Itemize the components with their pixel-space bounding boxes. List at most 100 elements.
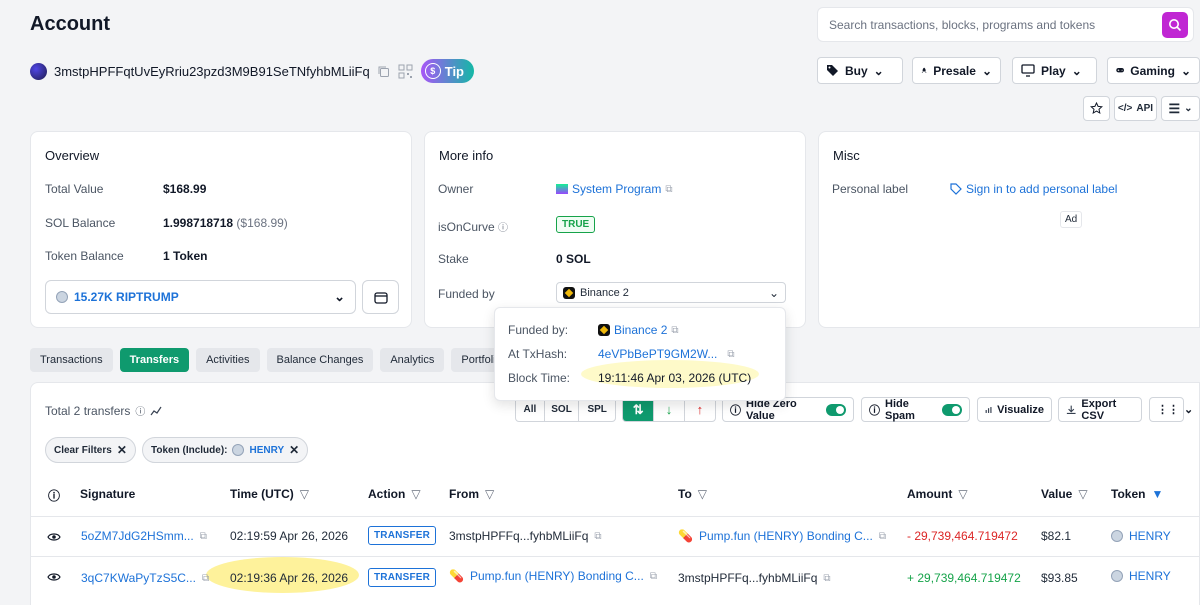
filter-all[interactable]: All (516, 398, 545, 421)
filter-icon[interactable]: ▽ (1078, 487, 1087, 501)
copy-icon[interactable]: ⧉ (200, 531, 207, 542)
copy-icon[interactable]: ⧉ (879, 531, 886, 542)
info-icon[interactable]: ⓘ (498, 223, 508, 234)
export-csv-label: Export CSV (1081, 397, 1117, 422)
chevron-down-icon: ⌄ (768, 285, 779, 300)
token-select-dropdown[interactable]: 15.27K RIPTRUMP ⌄ (45, 280, 356, 314)
play-label: Play (1041, 63, 1066, 78)
owner-link[interactable]: System Program ⧉ (556, 182, 673, 196)
popup-txhash-link[interactable]: 4eVPbBePT9GM2W... ⧉ (598, 347, 735, 361)
list-menu-button[interactable]: ☰ ⌄ (1161, 96, 1200, 121)
info-icon[interactable]: ⓘ (135, 403, 145, 418)
token-cell[interactable]: HENRY (1111, 569, 1171, 583)
close-icon[interactable]: ✕ (117, 443, 127, 457)
columns-menu-button[interactable]: ⋮⋮ ⌄ (1149, 397, 1193, 422)
signature-link[interactable]: 5oZM7JdG2HSmm... (81, 529, 194, 543)
monitor-icon (1021, 64, 1035, 77)
search-button[interactable] (1162, 12, 1188, 38)
popup-funded-by-link[interactable]: Binance 2 ⧉ (598, 323, 679, 337)
misc-title: Misc (833, 148, 860, 163)
filter-icon[interactable]: ▽ (958, 487, 967, 501)
to-address[interactable]: 3mstpHPFFq...fyhbMLiiFq (678, 571, 817, 585)
token-link[interactable]: HENRY (1129, 529, 1171, 543)
hide-spam-toggle[interactable]: ⓘ Hide Spam (861, 397, 970, 422)
copy-icon[interactable]: ⧉ (665, 184, 672, 195)
filter-sol[interactable]: SOL (545, 398, 580, 421)
copy-icon[interactable]: ⧉ (671, 325, 678, 336)
filter-icon[interactable]: ▽ (300, 487, 309, 501)
token-link[interactable]: HENRY (1129, 569, 1171, 583)
signature-cell[interactable]: 5oZM7JdG2HSmm... ⧉ (81, 529, 207, 543)
api-button[interactable]: </> API (1114, 96, 1157, 121)
download-icon (1066, 405, 1076, 414)
to-cell[interactable]: 3mstpHPFFq...fyhbMLiiFq ⧉ (678, 571, 831, 585)
header-time-label: Time (UTC) (230, 487, 294, 501)
filter-icon[interactable]: ▽ (698, 487, 707, 501)
to-cell[interactable]: 💊 Pump.fun (HENRY) Bonding C... ⧉ (678, 529, 886, 543)
tip-button[interactable]: $ Tip (420, 59, 474, 83)
toggle-switch[interactable] (941, 403, 962, 416)
help-icon[interactable]: ⓘ (48, 487, 60, 504)
to-address[interactable]: Pump.fun (HENRY) Bonding C... (699, 529, 873, 543)
direction-both-icon[interactable]: ⇅ (623, 398, 655, 421)
tab-analytics[interactable]: Analytics (380, 348, 445, 372)
copy-icon[interactable] (377, 65, 390, 78)
filter-icon[interactable]: ▽ (485, 487, 494, 501)
from-cell[interactable]: 3mstpHPFFq...fyhbMLiiFq ⧉ (449, 529, 602, 543)
is-on-curve-label: isOnCurve ⓘ (438, 219, 508, 234)
copy-icon[interactable]: ⧉ (823, 573, 830, 584)
tip-label: Tip (444, 63, 464, 79)
close-icon[interactable]: ✕ (289, 443, 299, 457)
eye-icon[interactable] (45, 529, 63, 545)
play-menu-button[interactable]: Play ⌄ (1012, 57, 1097, 84)
star-icon (1090, 102, 1103, 114)
filter-spl[interactable]: SPL (579, 398, 615, 421)
signature-cell[interactable]: 3qC7KWaPyTzS5C... ⧉ (81, 571, 209, 585)
search-input[interactable]: Search transactions, blocks, programs an… (829, 18, 1095, 32)
tab-balance-changes[interactable]: Balance Changes (266, 348, 374, 372)
qr-code-icon[interactable] (398, 64, 413, 79)
tab-transactions[interactable]: Transactions (30, 348, 113, 372)
copy-icon[interactable]: ⧉ (202, 573, 209, 584)
sign-in-label-link[interactable]: Sign in to add personal label (950, 182, 1117, 196)
eye-icon[interactable] (45, 569, 63, 585)
header-to: To ▽ (678, 487, 707, 501)
chart-icon[interactable] (150, 405, 162, 416)
token-filter-chip[interactable]: Token (Include): HENRY ✕ (142, 437, 309, 463)
overview-title: Overview (45, 148, 100, 163)
from-address[interactable]: 3mstpHPFFq...fyhbMLiiFq (449, 529, 588, 543)
filter-icon[interactable]: ▽ (411, 487, 420, 501)
copy-icon[interactable]: ⧉ (594, 531, 601, 542)
direction-in-icon[interactable]: ↓ (654, 398, 685, 421)
token-logo-icon (232, 444, 245, 456)
total-value: $168.99 (163, 182, 207, 196)
tab-transfers[interactable]: Transfers (119, 348, 190, 372)
sol-balance-amount: 1.998718718 (163, 216, 234, 230)
filter-active-icon[interactable]: ▼ (1151, 487, 1163, 501)
token-logo-icon (56, 291, 68, 303)
api-label: API (1136, 103, 1154, 114)
token-cell[interactable]: HENRY (1111, 529, 1171, 543)
copy-icon[interactable]: ⧉ (650, 571, 657, 582)
export-csv-button[interactable]: Export CSV (1058, 397, 1142, 422)
signature-link[interactable]: 3qC7KWaPyTzS5C... (81, 571, 196, 585)
search-bar[interactable]: Search transactions, blocks, programs an… (817, 7, 1194, 42)
gaming-menu-button[interactable]: Gaming ⌄ (1107, 57, 1200, 84)
funded-by-dropdown[interactable]: Binance 2 ⌄ (556, 282, 786, 303)
personal-label-label: Personal label (832, 182, 909, 196)
buy-menu-button[interactable]: Buy ⌄ (817, 57, 903, 84)
visualize-button[interactable]: Visualize (977, 397, 1052, 422)
favorite-button[interactable] (1083, 96, 1110, 121)
binance-logo-icon (598, 324, 610, 336)
list-icon: ☰ (1168, 100, 1181, 116)
wallet-button[interactable] (362, 280, 399, 314)
presale-menu-button[interactable]: Presale ⌄ (912, 57, 1001, 84)
copy-icon[interactable]: ⧉ (727, 349, 734, 360)
header-token: Token ▼ (1111, 487, 1163, 501)
toggle-switch[interactable] (826, 403, 846, 416)
from-address[interactable]: Pump.fun (HENRY) Bonding C... (470, 569, 644, 583)
from-cell[interactable]: 💊 Pump.fun (HENRY) Bonding C... ⧉ (449, 569, 657, 583)
clear-filters-chip[interactable]: Clear Filters ✕ (45, 437, 136, 463)
tab-activities[interactable]: Activities (196, 348, 260, 372)
direction-out-icon[interactable]: ↑ (685, 398, 715, 421)
